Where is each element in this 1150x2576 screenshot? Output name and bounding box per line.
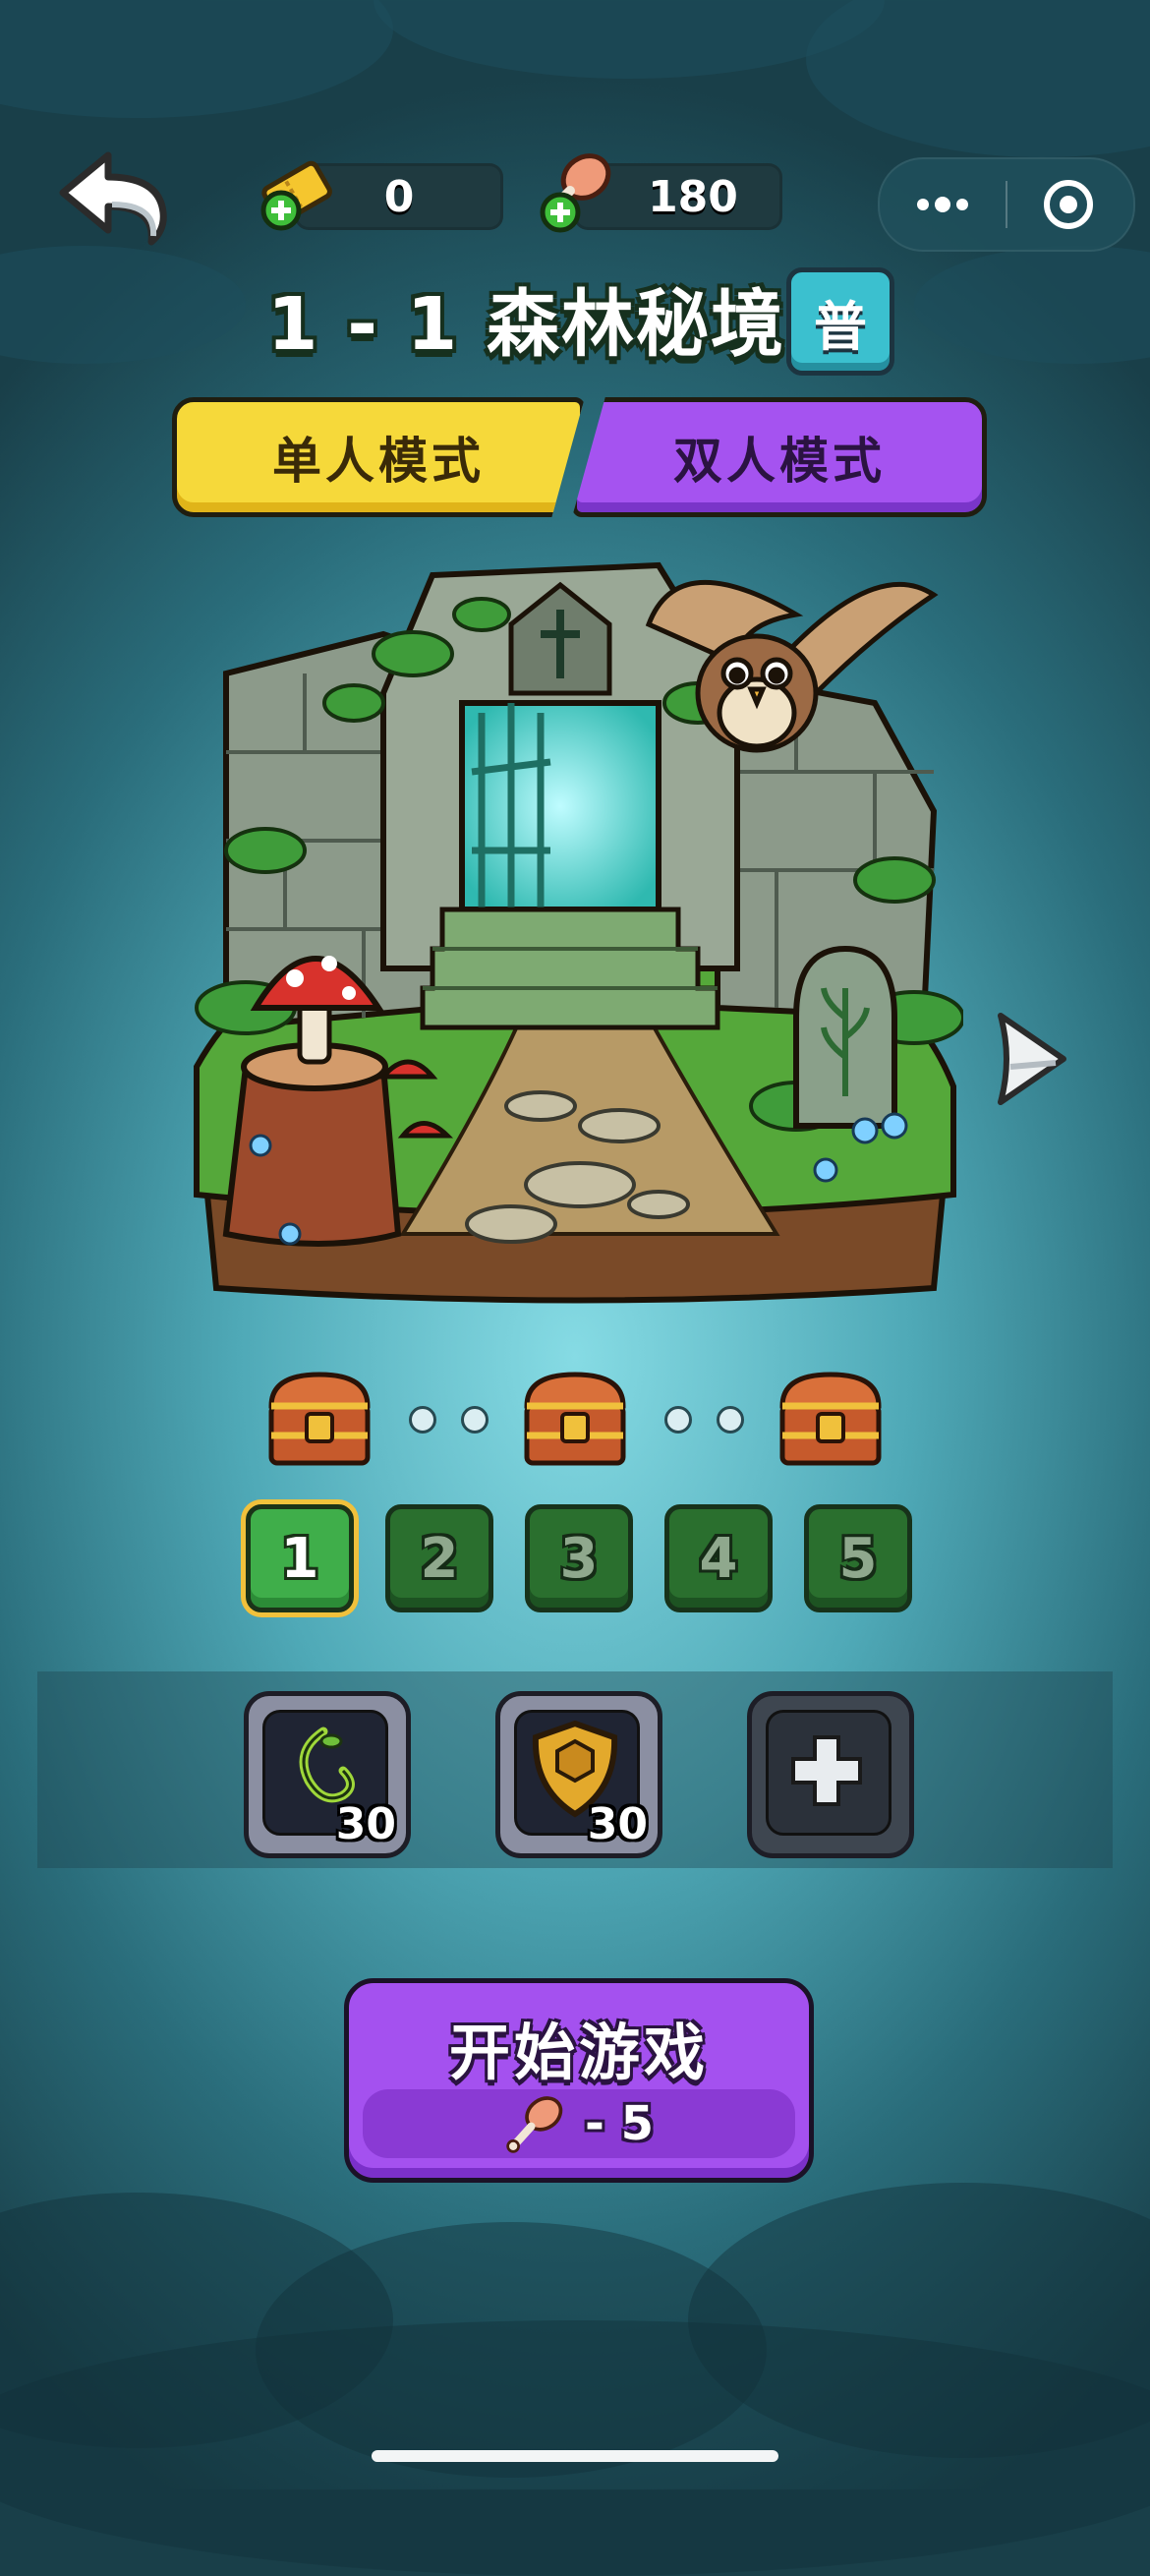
item-count: 30	[587, 1799, 648, 1849]
more-dots-icon[interactable]	[907, 185, 986, 224]
level-title: 1 - 1 森林秘境	[267, 282, 785, 367]
stage-button-4[interactable]: 4	[664, 1504, 773, 1612]
difficulty-badge[interactable]: 普	[786, 267, 894, 376]
target-icon[interactable]	[1039, 175, 1098, 234]
tab-double-mode[interactable]: 双人模式	[572, 397, 987, 517]
stage-button-1[interactable]: 1	[246, 1504, 354, 1612]
drumstick-icon	[506, 2096, 563, 2153]
treasure-chest-icon[interactable]	[263, 1367, 376, 1470]
progress-dot	[717, 1406, 744, 1434]
mini-program-capsule	[878, 157, 1135, 252]
progress-dot	[461, 1406, 489, 1434]
start-game-button[interactable]: 开始游戏 - 5	[344, 1978, 814, 2183]
plus-icon	[791, 1735, 862, 1806]
back-arrow-icon[interactable]	[57, 147, 175, 246]
start-cost: - 5	[363, 2089, 795, 2158]
stage-button-5[interactable]: 5	[804, 1504, 912, 1612]
capsule-divider	[1006, 181, 1007, 228]
start-game-label: 开始游戏	[448, 2017, 709, 2088]
tab-single-mode[interactable]: 单人模式	[172, 397, 585, 517]
item-slot-vine[interactable]: 30	[244, 1691, 411, 1858]
drumstick-plus-icon[interactable]	[531, 147, 619, 236]
progress-dot	[409, 1406, 436, 1434]
item-slot-shield[interactable]: 30	[495, 1691, 662, 1858]
next-arrow-icon[interactable]	[993, 1008, 1071, 1111]
treasure-chest-icon[interactable]	[519, 1367, 632, 1470]
start-cost-value: - 5	[584, 2096, 655, 2151]
progress-dot	[664, 1406, 692, 1434]
forest-ruins-illustration	[194, 561, 963, 1304]
stage-button-2[interactable]: 2	[385, 1504, 493, 1612]
stage-button-3[interactable]: 3	[525, 1504, 633, 1612]
treasure-chest-icon[interactable]	[775, 1367, 888, 1470]
home-indicator[interactable]	[372, 2450, 778, 2462]
ticket-plus-icon[interactable]	[254, 147, 342, 236]
item-count: 30	[335, 1799, 396, 1849]
item-slot-add[interactable]	[747, 1691, 914, 1858]
